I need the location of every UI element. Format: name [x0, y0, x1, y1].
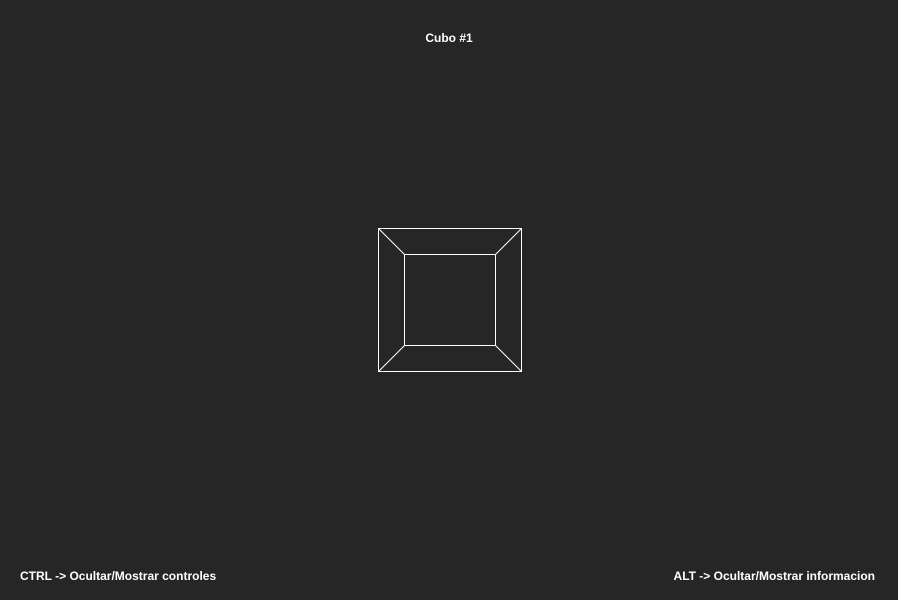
cube-wireframe	[378, 228, 522, 372]
ctrl-hint: CTRL -> Ocultar/Mostrar controles	[20, 569, 217, 583]
cube-edge-top-left	[378, 228, 405, 255]
alt-hint: ALT -> Ocultar/Mostrar informacion	[673, 569, 875, 583]
cube-edge-bottom-left	[378, 345, 405, 372]
cube-back-face	[404, 254, 496, 346]
game-viewport[interactable]: Cubo #1 CTRL -> Ocultar/Mostrar controle…	[0, 0, 898, 600]
cube-edge-bottom-right	[495, 345, 522, 372]
cube-edge-top-right	[495, 228, 522, 255]
